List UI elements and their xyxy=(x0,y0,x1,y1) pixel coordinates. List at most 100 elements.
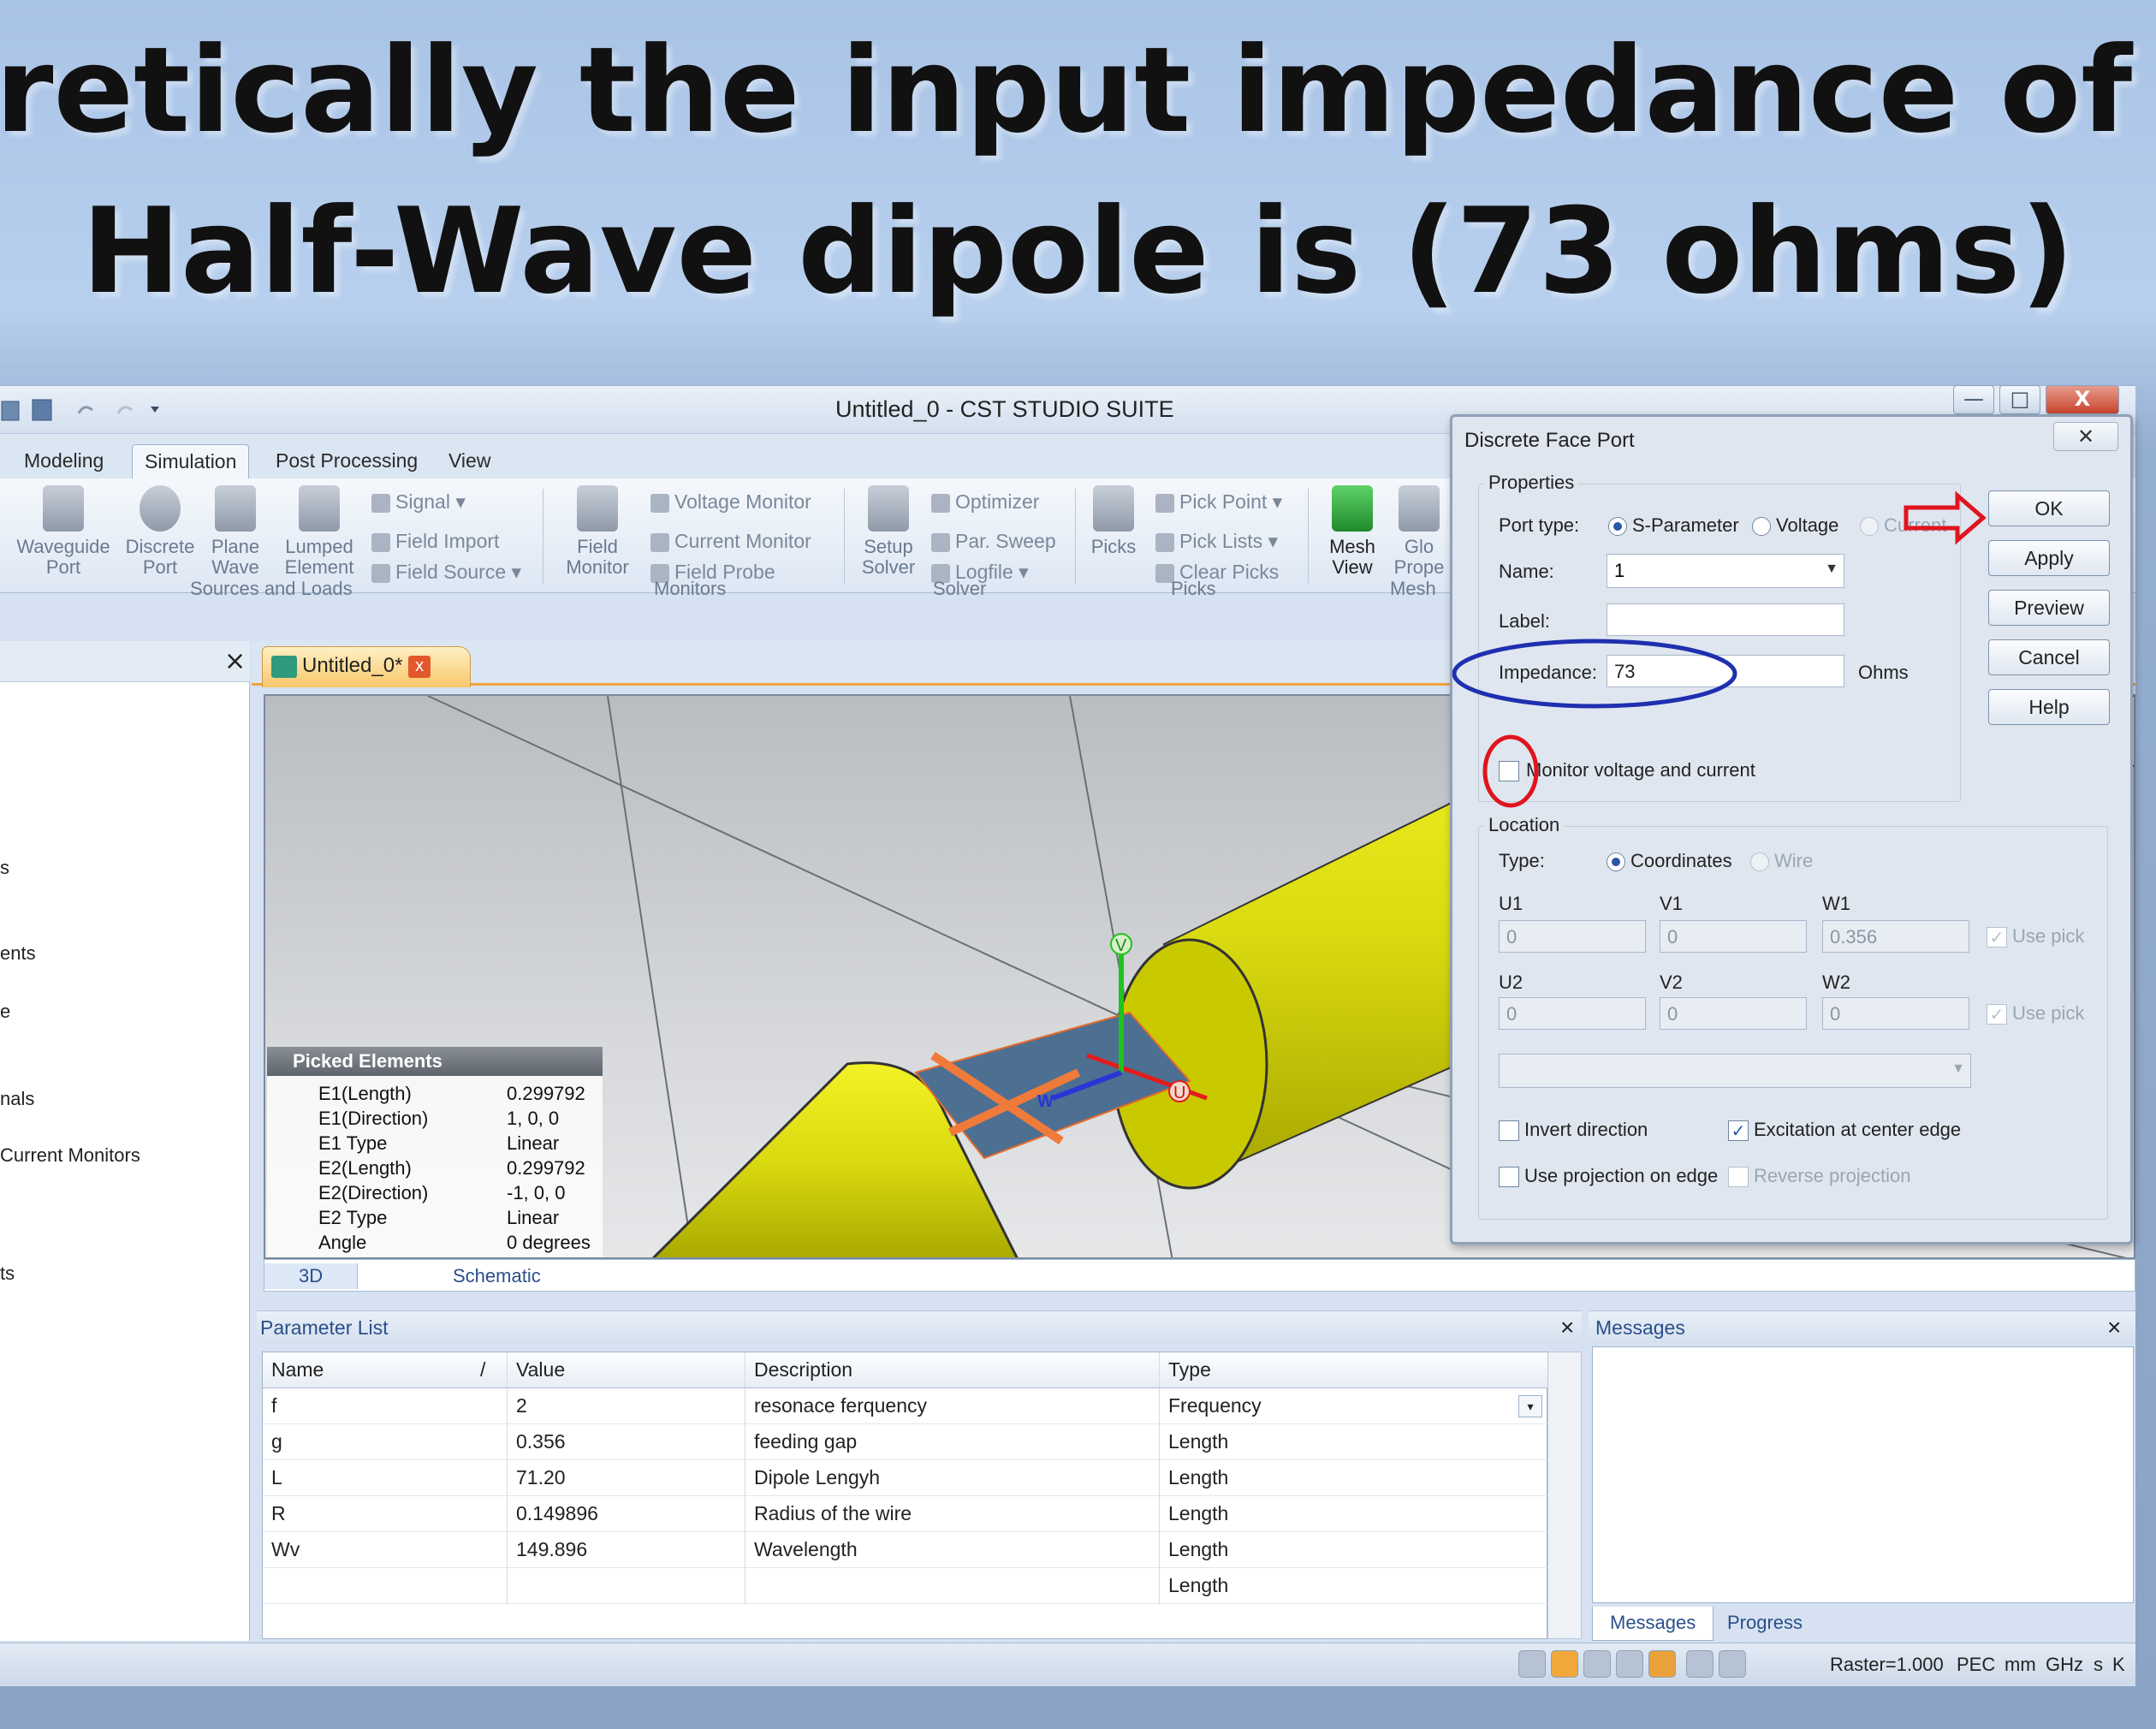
parameter-list-close-button[interactable]: × xyxy=(1560,1314,1574,1341)
v2-input[interactable]: 0 xyxy=(1660,997,1807,1030)
table-cell[interactable]: L xyxy=(263,1460,508,1496)
use-pick-2-checkbox[interactable]: ✓ xyxy=(1987,1004,2007,1025)
u2-input[interactable]: 0 xyxy=(1499,997,1646,1030)
zoom-icon[interactable] xyxy=(1518,1650,1546,1678)
table-cell[interactable]: 0.149896 xyxy=(508,1496,745,1532)
field-import-button[interactable]: Field Import xyxy=(371,530,499,553)
table-cell[interactable]: 149.896 xyxy=(508,1532,745,1568)
table-cell[interactable] xyxy=(508,1568,745,1604)
table-cell[interactable]: Frequency ▾ xyxy=(1160,1388,1548,1424)
table-cell[interactable]: Length xyxy=(1160,1460,1548,1496)
picks-button[interactable]: Picks xyxy=(1084,485,1143,557)
table-cell[interactable]: Length xyxy=(1160,1424,1548,1460)
column-header-description[interactable]: Description xyxy=(745,1352,1160,1388)
table-cell[interactable]: Radius of the wire xyxy=(745,1496,1160,1532)
s-parameter-radio[interactable] xyxy=(1608,517,1627,536)
quick-access-icons[interactable] xyxy=(0,395,171,425)
table-cell[interactable]: Length xyxy=(1160,1496,1548,1532)
field-monitor-button[interactable]: Field Monitor xyxy=(556,485,638,578)
messages-close-button[interactable]: × xyxy=(2107,1314,2121,1341)
v1-input[interactable]: 0 xyxy=(1660,920,1807,953)
nav-item[interactable]: ts xyxy=(0,1263,15,1285)
parameter-list-scrollbar[interactable] xyxy=(1547,1352,1582,1639)
table-cell[interactable]: resonace ferquency xyxy=(745,1388,1160,1424)
tab-view[interactable]: View xyxy=(437,444,502,478)
document-tab-untitled[interactable]: Untitled_0* x xyxy=(262,646,471,687)
current-radio[interactable] xyxy=(1860,517,1879,536)
signal-button[interactable]: Signal ▾ xyxy=(371,490,466,514)
tab-post-processing[interactable]: Post Processing xyxy=(264,444,430,478)
preview-button[interactable]: Preview xyxy=(1988,590,2110,626)
lumped-element-button[interactable]: Lumped Element xyxy=(279,485,359,578)
table-cell[interactable]: Wv xyxy=(263,1532,508,1568)
nav-item-current-monitors[interactable]: Current Monitors xyxy=(0,1144,140,1167)
help-button[interactable]: Help xyxy=(1988,689,2110,725)
use-projection-checkbox[interactable] xyxy=(1499,1167,1519,1187)
nav-item[interactable]: nals xyxy=(0,1088,34,1110)
u1-input[interactable]: 0 xyxy=(1499,920,1646,953)
table-cell[interactable] xyxy=(263,1568,508,1604)
table-cell[interactable] xyxy=(745,1568,1160,1604)
field-source-button[interactable]: Field Source ▾ xyxy=(371,561,521,584)
optimizer-button[interactable]: Optimizer xyxy=(931,490,1039,514)
dialog-close-button[interactable]: ✕ xyxy=(2053,422,2118,451)
column-header-value[interactable]: Value xyxy=(508,1352,745,1388)
global-properties-button[interactable]: Glo Prope xyxy=(1393,485,1445,578)
zoom-window-icon[interactable] xyxy=(1616,1650,1643,1678)
restore-button[interactable]: □ xyxy=(1999,385,2040,414)
table-cell[interactable]: Length xyxy=(1160,1568,1548,1604)
nav-item[interactable]: s xyxy=(0,857,9,879)
tab-messages[interactable]: Messages xyxy=(1592,1607,1714,1641)
reverse-projection-checkbox[interactable] xyxy=(1728,1167,1749,1187)
waveguide-port-button[interactable]: Waveguide Port xyxy=(12,485,115,578)
voltage-radio[interactable] xyxy=(1752,517,1771,536)
table-cell[interactable]: 71.20 xyxy=(508,1460,745,1496)
rotate-icon[interactable] xyxy=(1583,1650,1611,1678)
coordinates-radio[interactable] xyxy=(1607,853,1625,871)
pan-icon[interactable] xyxy=(1551,1650,1578,1678)
ok-button[interactable]: OK xyxy=(1988,490,2110,526)
minimize-button[interactable]: — xyxy=(1953,385,1994,414)
fit-view-icon[interactable] xyxy=(1686,1650,1714,1678)
w1-input[interactable]: 0.356 xyxy=(1822,920,1969,953)
discrete-port-button[interactable]: Discrete Port xyxy=(125,485,195,578)
table-cell[interactable]: g xyxy=(263,1424,508,1460)
table-cell[interactable]: 0.356 xyxy=(508,1424,745,1460)
column-header-name[interactable]: Name / xyxy=(263,1352,508,1388)
pick-point-button[interactable]: Pick Point ▾ xyxy=(1155,490,1282,514)
table-cell[interactable]: 2 xyxy=(508,1388,745,1424)
mesh-view-button[interactable]: Mesh View xyxy=(1318,485,1387,578)
excitation-center-checkbox[interactable]: ✓ xyxy=(1728,1120,1749,1141)
table-cell[interactable]: feeding gap xyxy=(745,1424,1160,1460)
tab-modeling[interactable]: Modeling xyxy=(12,444,116,478)
close-button[interactable]: X xyxy=(2046,385,2119,414)
w2-input[interactable]: 0 xyxy=(1822,997,1969,1030)
use-pick-1-checkbox[interactable]: ✓ xyxy=(1987,927,2007,948)
quick-access-toolbar[interactable] xyxy=(0,395,171,425)
table-cell[interactable]: R xyxy=(263,1496,508,1532)
apply-button[interactable]: Apply xyxy=(1988,540,2110,576)
table-cell[interactable]: Wavelength xyxy=(745,1532,1160,1568)
plane-wave-button[interactable]: Plane Wave xyxy=(205,485,265,578)
table-cell[interactable]: Length xyxy=(1160,1532,1548,1568)
chevron-down-icon[interactable]: ▾ xyxy=(1518,1395,1542,1417)
table-cell[interactable]: Dipole Lengyh xyxy=(745,1460,1160,1496)
document-tab-close-icon[interactable]: x xyxy=(408,655,431,678)
label-input[interactable] xyxy=(1607,603,1844,636)
column-header-type[interactable]: Type xyxy=(1160,1352,1548,1388)
view-cube-icon[interactable] xyxy=(1719,1650,1746,1678)
pick-lists-button[interactable]: Pick Lists ▾ xyxy=(1155,530,1278,553)
monitor-voltage-current-checkbox[interactable] xyxy=(1499,761,1519,781)
nav-item[interactable]: e xyxy=(0,1001,10,1023)
wire-radio[interactable] xyxy=(1750,853,1769,871)
impedance-input[interactable]: 73 xyxy=(1607,655,1844,687)
tab-schematic[interactable]: Schematic xyxy=(419,1263,575,1289)
wire-select[interactable]: ▼ xyxy=(1499,1054,1971,1088)
invert-direction-checkbox[interactable] xyxy=(1499,1120,1519,1141)
setup-solver-button[interactable]: Setup Solver xyxy=(854,485,923,578)
tab-progress[interactable]: Progress xyxy=(1710,1607,1820,1641)
nav-item[interactable]: ents xyxy=(0,942,36,965)
current-monitor-button[interactable]: Current Monitor xyxy=(650,530,811,553)
table-cell[interactable]: f xyxy=(263,1388,508,1424)
voltage-monitor-button[interactable]: Voltage Monitor xyxy=(650,490,811,514)
